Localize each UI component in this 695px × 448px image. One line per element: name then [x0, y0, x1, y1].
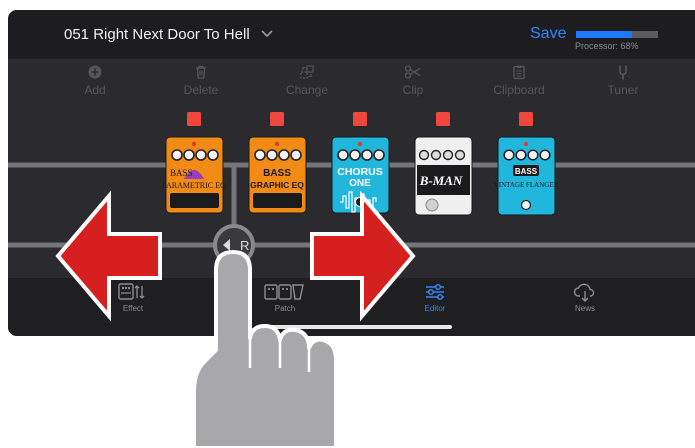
- gesture-overlay: [55, 190, 416, 448]
- arrow-right-icon: [310, 190, 416, 322]
- arrow-left-icon: [55, 190, 162, 322]
- hand-pointer-icon: [192, 250, 338, 448]
